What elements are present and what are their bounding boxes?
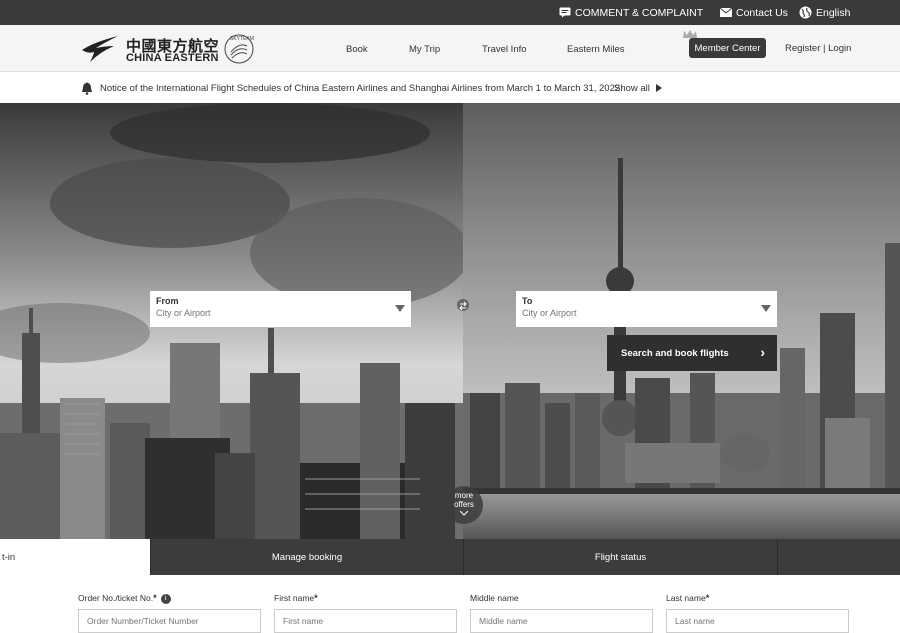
info-icon[interactable]: i — [160, 593, 171, 604]
chevron-right-icon: › — [760, 344, 765, 360]
mail-icon — [720, 8, 732, 17]
bell-icon — [82, 82, 92, 95]
register-login-link[interactable]: Register | Login — [785, 43, 851, 54]
chat-icon — [559, 7, 571, 18]
tab-manage-booking[interactable]: Manage booking — [151, 539, 464, 575]
first-name-label: First name* — [274, 593, 318, 603]
more-offers-line1: more — [454, 491, 474, 500]
middle-name-label: Middle name — [470, 593, 519, 603]
to-input[interactable] — [522, 308, 752, 318]
arrow-right-icon — [656, 84, 662, 92]
order-number-input[interactable] — [78, 609, 261, 633]
to-label: To — [522, 296, 533, 306]
tab-more[interactable] — [778, 539, 900, 575]
manage-booking-form: Order No./ticket No.*i First name* Middl… — [0, 575, 900, 633]
from-input[interactable] — [156, 308, 386, 318]
last-name-input[interactable] — [666, 609, 849, 633]
brand-name-en: CHINA EASTERN — [126, 52, 219, 64]
swap-icon[interactable] — [457, 299, 469, 311]
notice-text[interactable]: Notice of the International Flight Sched… — [100, 83, 620, 94]
tab-flight-status-label: Flight status — [594, 551, 647, 563]
notice-bar: Notice of the International Flight Sched… — [0, 73, 900, 103]
tab-flight-status[interactable]: Flight status — [464, 539, 778, 575]
nav-eastern-miles[interactable]: Eastern Miles — [567, 44, 625, 55]
first-name-input[interactable] — [274, 609, 457, 633]
member-center-button[interactable]: Member Center — [689, 38, 766, 58]
show-all-link[interactable]: Show all — [614, 83, 650, 94]
china-eastern-logo[interactable]: 中國東方航空 CHINA EASTERN SKYTEAM — [80, 32, 260, 66]
nav-book[interactable]: Book — [346, 44, 368, 55]
nav-travel-info[interactable]: Travel Info — [482, 44, 527, 55]
to-field[interactable]: To — [516, 291, 777, 327]
tab-manage-booking-label: Manage booking — [271, 551, 343, 563]
middle-name-input[interactable] — [470, 609, 653, 633]
tab-check-in[interactable]: t-in — [0, 539, 151, 575]
last-name-label: Last name* — [666, 593, 710, 603]
from-field[interactable]: From — [150, 291, 411, 327]
dropdown-arrow-icon[interactable] — [761, 305, 771, 312]
globe-icon — [799, 6, 812, 19]
language-label: English — [816, 6, 851, 19]
dropdown-arrow-icon[interactable] — [395, 305, 405, 312]
tab-check-in-label: t-in — [2, 551, 16, 563]
search-flights-button[interactable]: Search and book flights › — [607, 335, 777, 371]
skyteam-text: SKYTEAM — [230, 36, 254, 42]
contact-label: Contact Us — [736, 6, 788, 19]
service-tabs: t-in Manage booking Flight status — [0, 539, 900, 575]
order-number-label: Order No./ticket No.* i — [78, 593, 171, 604]
chevron-down-icon — [459, 510, 469, 516]
comment-label: COMMENT & COMPLAINT — [575, 6, 704, 19]
nav-my-trip[interactable]: My Trip — [409, 44, 440, 55]
utility-bar: COMMENT & COMPLAINT Contact Us English — [0, 0, 900, 25]
comment-link[interactable]: COMMENT & COMPLAINT — [559, 0, 703, 25]
swallow-logo-icon — [82, 36, 118, 62]
skyteam-logo-icon: SKYTEAM — [224, 34, 254, 64]
from-label: From — [156, 296, 179, 306]
language-selector[interactable]: English — [799, 0, 850, 25]
more-offers-line2: offers — [454, 500, 474, 509]
more-offers-button[interactable]: more offers — [445, 486, 483, 524]
contact-link[interactable]: Contact Us — [720, 0, 788, 25]
search-button-label: Search and book flights — [621, 347, 729, 359]
